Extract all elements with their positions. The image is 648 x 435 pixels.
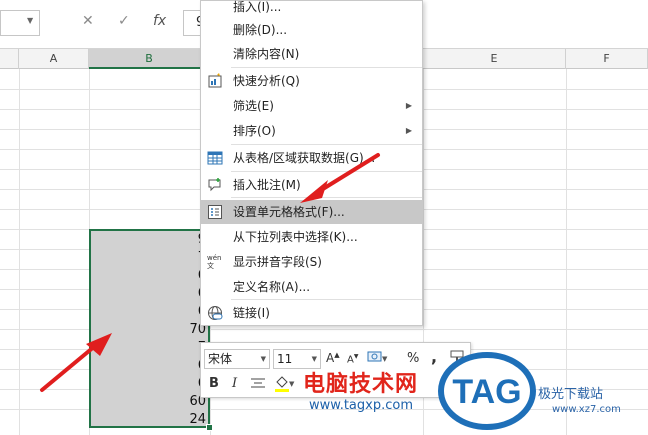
fill-color-icon[interactable]: ▼ bbox=[273, 374, 295, 398]
menu-item-sort[interactable]: 排序(O) ▶ bbox=[201, 119, 422, 143]
select-all-corner[interactable] bbox=[0, 49, 19, 69]
column-header-b[interactable]: B bbox=[89, 49, 210, 69]
quick-analysis-icon bbox=[207, 73, 223, 89]
table-icon bbox=[207, 150, 223, 166]
column-header-e[interactable]: E bbox=[423, 49, 566, 69]
name-box-dropdown-icon[interactable]: ▼ bbox=[27, 16, 33, 25]
chevron-down-icon: ▼ bbox=[260, 355, 266, 363]
context-menu: 插入(I)... 删除(D)... 清除内容(N) 快速分析(Q) 筛选(E) … bbox=[200, 0, 423, 326]
align-center-icon[interactable] bbox=[250, 376, 266, 394]
watermark-right-url: www.xz7.com bbox=[552, 404, 621, 415]
cancel-icon[interactable]: ✕ bbox=[82, 13, 94, 29]
watermark-text: 电脑技术网 bbox=[303, 372, 419, 397]
menu-item-format-cells[interactable]: 设置单元格格式(F)... bbox=[201, 200, 422, 224]
percent-button[interactable]: % bbox=[407, 351, 419, 366]
menu-item-link[interactable]: 链接(I) bbox=[201, 301, 422, 325]
menu-item-show-phonetic[interactable]: wén文 显示拼音字段(S) bbox=[201, 250, 422, 274]
format-cells-icon bbox=[207, 204, 223, 220]
comment-icon bbox=[207, 177, 223, 193]
menu-item-define-name[interactable]: 定义名称(A)... bbox=[201, 275, 422, 299]
tag-logo: TAG bbox=[437, 351, 537, 431]
tag-logo-text: TAG bbox=[452, 373, 521, 411]
increase-font-size-icon[interactable]: A▲ bbox=[326, 351, 340, 365]
submenu-arrow-icon: ▶ bbox=[405, 101, 412, 110]
column-header-a[interactable]: A bbox=[19, 49, 89, 69]
submenu-arrow-icon: ▶ bbox=[405, 126, 412, 135]
menu-item-insert[interactable]: 插入(I)... bbox=[201, 0, 422, 19]
svg-text:▼: ▼ bbox=[382, 355, 388, 363]
enter-icon[interactable]: ✓ bbox=[118, 13, 130, 29]
menu-item-get-data-from-table[interactable]: 从表格/区域获取数据(G)... bbox=[201, 146, 422, 170]
svg-text:▼: ▼ bbox=[289, 380, 295, 388]
decrease-font-size-icon[interactable]: A▼ bbox=[347, 353, 358, 365]
watermark-right-text: 极光下载站 bbox=[538, 387, 604, 402]
bold-button[interactable]: B bbox=[209, 376, 219, 391]
menu-item-clear-contents[interactable]: 清除内容(N) bbox=[201, 42, 422, 66]
font-name-select[interactable]: 宋体 ▼ bbox=[204, 349, 270, 369]
fill-handle[interactable] bbox=[206, 424, 213, 431]
column-header-f[interactable]: F bbox=[566, 49, 648, 69]
watermark-url: www.tagxp.com bbox=[309, 398, 413, 413]
link-icon bbox=[207, 305, 223, 321]
menu-item-insert-comment[interactable]: 插入批注(M) bbox=[201, 173, 422, 197]
menu-item-delete[interactable]: 删除(D)... bbox=[201, 18, 422, 42]
italic-button[interactable]: I bbox=[232, 376, 237, 391]
menu-item-filter[interactable]: 筛选(E) ▶ bbox=[201, 94, 422, 118]
insert-function-icon[interactable]: fx bbox=[153, 13, 166, 29]
menu-item-quick-analysis[interactable]: 快速分析(Q) bbox=[201, 69, 422, 93]
menu-item-pick-from-list[interactable]: 从下拉列表中选择(K)... bbox=[201, 225, 422, 249]
phonetic-icon: wén文 bbox=[207, 254, 222, 270]
name-box[interactable]: ▼ bbox=[0, 10, 40, 36]
cell-value: 24 bbox=[189, 412, 206, 427]
